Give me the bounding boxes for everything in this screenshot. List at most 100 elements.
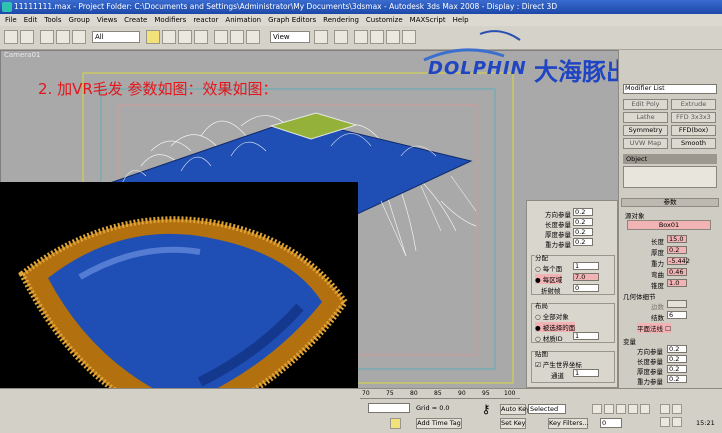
move-icon[interactable] [214, 30, 228, 44]
entire-object-radio[interactable]: ○ 全部对象 [535, 311, 569, 321]
per-face-field[interactable]: 1 [573, 262, 599, 270]
menu-create[interactable]: Create [124, 14, 147, 26]
spinner-snap-icon[interactable] [402, 30, 416, 44]
current-frame-field[interactable]: 0 [600, 418, 622, 428]
window-crossing-icon[interactable] [194, 30, 208, 44]
var-param-field[interactable]: 0.2 [667, 375, 687, 383]
menu-group[interactable]: Group [69, 14, 90, 26]
menu-customize[interactable]: Customize [366, 14, 403, 26]
ruler-tick: 100 [504, 390, 516, 397]
ffd-box-button[interactable]: FFD(box) [671, 125, 716, 136]
select-manipulate-icon[interactable] [334, 30, 348, 44]
per-area-radio[interactable]: ● 每区域 [535, 274, 563, 284]
selected-faces-radio[interactable]: ● 被选择的面 [535, 322, 576, 332]
key-icon[interactable]: ⚷ [476, 402, 496, 424]
ffd3x3x3-button[interactable]: FFD 3x3x3 [671, 112, 716, 123]
undo-icon[interactable] [4, 30, 18, 44]
time-ruler[interactable]: 70 75 80 85 90 95 100 [360, 389, 520, 399]
pan-icon[interactable] [660, 417, 670, 427]
per-face-radio[interactable]: ○ 每个面 [535, 263, 562, 273]
go-to-end-icon[interactable] [640, 404, 650, 414]
select-object-icon[interactable] [146, 30, 160, 44]
percent-snap-icon[interactable] [386, 30, 400, 44]
cmd-param-field[interactable]: 0.46 [667, 268, 687, 276]
play-icon[interactable] [616, 404, 626, 414]
per-face-label: 每个面 [542, 265, 563, 273]
time-config-icon[interactable] [390, 418, 401, 429]
per-area-field[interactable]: 7.0 [573, 273, 599, 281]
pivot-icon[interactable] [314, 30, 328, 44]
bind-space-warp-icon[interactable] [72, 30, 86, 44]
cmd-param-field[interactable]: 15.0 [667, 235, 687, 243]
menu-file[interactable]: File [5, 14, 17, 26]
extrude-button[interactable]: Extrude [671, 99, 716, 110]
menu-rendering[interactable]: Rendering [323, 14, 359, 26]
orbit-icon[interactable] [672, 417, 682, 427]
menu-graph-editors[interactable]: Graph Editors [268, 14, 316, 26]
menu-modifiers[interactable]: Modifiers [154, 14, 186, 26]
gen-world-uv-checkbox[interactable]: ☑ 产生世界坐标 [535, 359, 582, 369]
scale-icon[interactable] [246, 30, 260, 44]
params-rollout-header[interactable]: 参数 [621, 198, 719, 207]
redo-icon[interactable] [20, 30, 34, 44]
zoom-all-icon[interactable] [672, 404, 682, 414]
entire-object-label: 全部对象 [542, 313, 569, 321]
unlink-icon[interactable] [56, 30, 70, 44]
source-object-label: 源对象 [625, 212, 645, 220]
var-param-field[interactable]: 0.2 [667, 355, 687, 363]
mid-param-label: 厚度参量 [545, 231, 571, 239]
cmd-param-field[interactable]: 1.0 [667, 279, 687, 287]
angle-snap-icon[interactable] [370, 30, 384, 44]
cmd-param-label: 厚度 [651, 249, 664, 257]
uvw-map-button[interactable]: UVW Map [623, 138, 668, 149]
menu-views[interactable]: Views [97, 14, 117, 26]
set-key-button[interactable]: Set Key [500, 418, 526, 429]
menu-tools[interactable]: Tools [44, 14, 61, 26]
menu-animation[interactable]: Animation [225, 14, 261, 26]
mid-param-field[interactable]: 0.2 [573, 208, 593, 216]
sides-field[interactable] [667, 300, 687, 308]
status-bar: 70 75 80 85 90 95 100 Grid = 0.0 Add Tim… [0, 388, 722, 433]
next-frame-icon[interactable] [628, 404, 638, 414]
rectangular-selection-icon[interactable] [178, 30, 192, 44]
menu-reactor[interactable]: reactor [193, 14, 218, 26]
key-mode-dropdown[interactable]: Selected [528, 404, 566, 414]
rotate-icon[interactable] [230, 30, 244, 44]
z-coordinate-field[interactable] [368, 403, 410, 413]
flat-normals-checkbox[interactable]: 平面法线 ☐ [637, 323, 671, 333]
mid-param-field[interactable]: 0.2 [573, 238, 593, 246]
modifier-stack-list[interactable] [623, 166, 717, 188]
smooth-button[interactable]: Smooth [671, 138, 716, 149]
select-by-name-icon[interactable] [162, 30, 176, 44]
key-filters-button[interactable]: Key Filters... [548, 418, 589, 429]
material-id-field[interactable]: 1 [573, 332, 599, 340]
link-icon[interactable] [40, 30, 54, 44]
add-time-tag-button[interactable]: Add Time Tag [416, 418, 462, 429]
edit-poly-button[interactable]: Edit Poly [623, 99, 668, 110]
viewport-label[interactable]: Camera01 [4, 51, 40, 59]
source-object-button[interactable]: Box01 [627, 220, 711, 230]
mid-param-field[interactable]: 0.2 [573, 218, 593, 226]
material-id-label: 材质ID [542, 335, 563, 343]
modifier-list-dropdown[interactable]: Modifier List [623, 84, 717, 94]
menu-edit[interactable]: Edit [24, 14, 38, 26]
var-param-field[interactable]: 0.2 [667, 365, 687, 373]
symmetry-button[interactable]: Symmetry [623, 125, 668, 136]
cmd-param-field[interactable]: 0.2 [667, 246, 687, 254]
zoom-icon[interactable] [660, 404, 670, 414]
selection-filter-dropdown[interactable]: All [92, 31, 140, 43]
cmd-param-field[interactable]: -5.442 [667, 257, 690, 265]
knots-field[interactable]: 6 [667, 311, 687, 319]
mid-param-field[interactable]: 0.2 [573, 228, 593, 236]
previous-frame-icon[interactable] [604, 404, 614, 414]
modifier-stack-item[interactable]: Object [623, 154, 717, 164]
var-param-field[interactable]: 0.2 [667, 345, 687, 353]
ref-frame-field[interactable]: 0 [573, 284, 599, 292]
reference-coordinate-dropdown[interactable]: View [270, 31, 310, 43]
auto-key-button[interactable]: Auto Key [500, 404, 530, 415]
lathe-button[interactable]: Lathe [623, 112, 668, 123]
snap-icon[interactable] [354, 30, 368, 44]
channel-field[interactable]: 1 [573, 369, 599, 377]
material-id-radio[interactable]: ○ 材质ID [535, 333, 563, 343]
go-to-start-icon[interactable] [592, 404, 602, 414]
